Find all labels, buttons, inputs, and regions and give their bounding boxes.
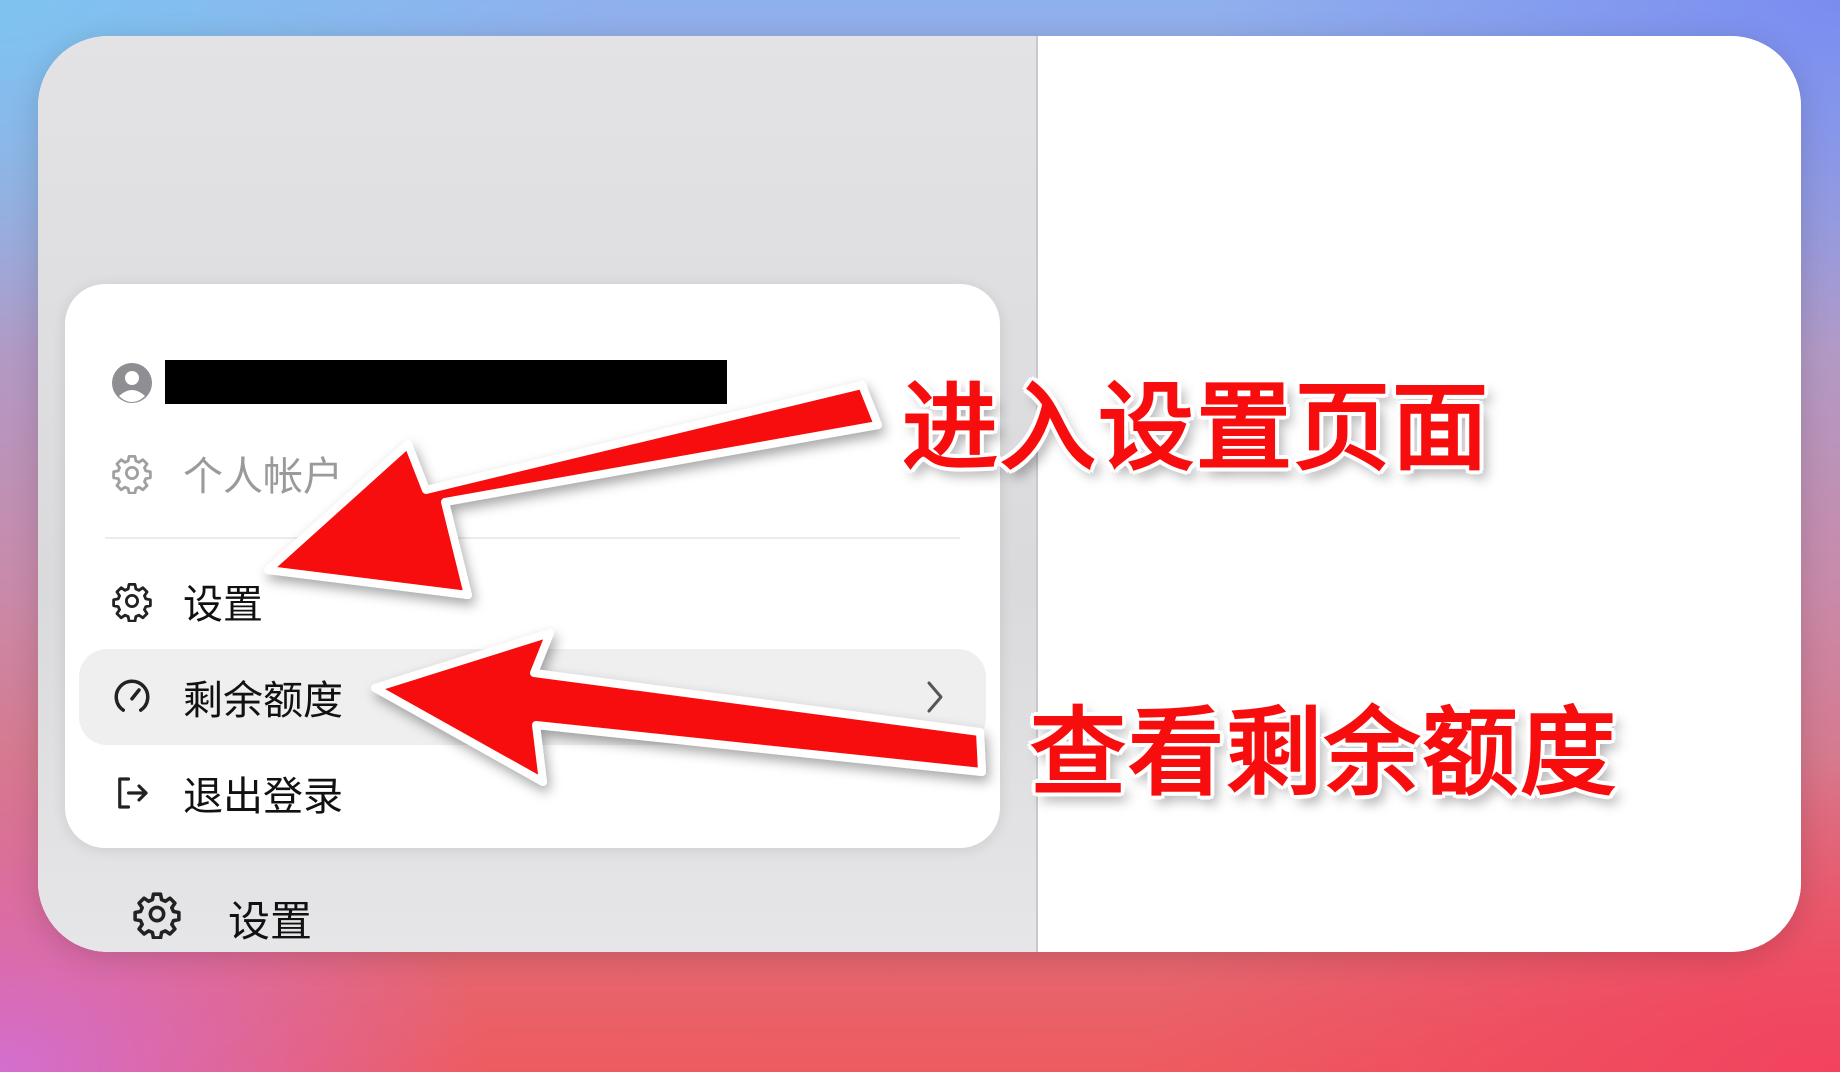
menu-item-account-label: 个人帐户 xyxy=(183,454,343,500)
menu-item-logout-label: 退出登录 xyxy=(183,774,343,820)
menu-item-quota-label: 剩余额度 xyxy=(183,678,343,724)
logout-icon xyxy=(111,772,153,814)
menu-item-settings[interactable]: 设置 xyxy=(65,572,1000,630)
menu-user-row xyxy=(65,356,1000,410)
account-popup-menu: 个人帐户 设置 剩余额度 退出登录 xyxy=(65,284,1000,848)
user-avatar-icon xyxy=(111,362,153,404)
chevron-right-icon xyxy=(920,677,950,717)
menu-item-quota[interactable]: 剩余额度 xyxy=(79,649,986,745)
sidebar-settings-button[interactable]: 设置 xyxy=(88,886,488,946)
app-window: 个人帐户 设置 剩余额度 退出登录 设置 xyxy=(38,36,1801,952)
gear-icon xyxy=(111,452,153,494)
redacted-username xyxy=(165,360,727,404)
sidebar-settings-label: 设置 xyxy=(228,897,313,946)
gauge-icon xyxy=(111,676,153,718)
annotation-settings-note: 进入设置页面 xyxy=(902,372,1490,484)
main-content-area xyxy=(1038,36,1801,952)
gear-icon xyxy=(111,580,153,622)
sidebar: 个人帐户 设置 剩余额度 退出登录 设置 xyxy=(38,36,1036,952)
menu-item-logout[interactable]: 退出登录 xyxy=(65,764,1000,822)
gear-icon xyxy=(132,886,182,942)
menu-item-settings-label: 设置 xyxy=(183,582,263,628)
annotation-quota-note: 查看剩余额度 xyxy=(1030,697,1618,809)
menu-divider xyxy=(105,537,960,539)
menu-item-account[interactable]: 个人帐户 xyxy=(65,444,1000,502)
